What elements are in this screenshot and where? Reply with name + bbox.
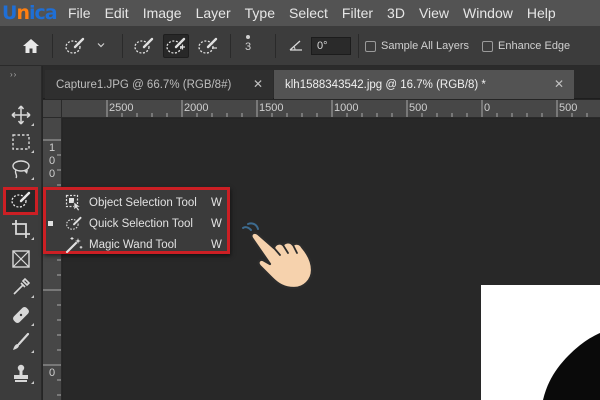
move-icon	[11, 105, 31, 125]
tab-klh1588343542[interactable]: klh1588343542.jpg @ 16.7% (RGB/8) * ✕	[274, 70, 574, 99]
menu-file[interactable]: File	[68, 0, 98, 26]
ruler-tick-label: 500	[409, 102, 428, 114]
options-bar: 3 0° Sample All Layers Enhance Edge	[0, 26, 600, 66]
frame-tool[interactable]	[6, 246, 36, 272]
vertical-ruler[interactable]: 1 0 0 5 0 0 0	[43, 118, 62, 400]
menu-filter[interactable]: Filter	[335, 0, 380, 26]
magic-wand-label: Magic Wand Tool	[89, 238, 177, 251]
tab-label: Capture1.JPG @ 66.7% (RGB/8#)	[56, 78, 232, 91]
quick-selection-label: Quick Selection Tool	[89, 217, 193, 230]
brush-icon	[13, 332, 30, 350]
marquee-tool[interactable]	[6, 129, 36, 155]
lasso-icon	[12, 160, 30, 179]
sample-all-layers-checkbox[interactable]: Sample All Layers	[365, 40, 469, 52]
brush-tool[interactable]	[6, 329, 36, 355]
selected-tool-highlight	[3, 187, 38, 215]
tab-label: klh1588343542.jpg @ 16.7% (RGB/8) *	[285, 78, 486, 91]
lasso-tool[interactable]	[6, 156, 36, 182]
menu-view[interactable]: View	[412, 0, 456, 26]
document-tab-bar: Capture1.JPG @ 66.7% (RGB/8#) ✕ klh15883…	[43, 66, 600, 99]
menu-items: File Edit Image Layer Type Select Filter…	[68, 0, 563, 26]
enhance-edge-label: Enhance Edge	[498, 40, 571, 52]
magic-wand-tool-item[interactable]: Magic Wand Tool W	[46, 234, 227, 255]
ruler-origin[interactable]	[43, 100, 62, 118]
quick-selection-icon	[66, 216, 82, 230]
checkbox-box[interactable]	[482, 40, 493, 52]
menu-layer[interactable]: Layer	[189, 0, 238, 26]
chevron-down-icon[interactable]	[96, 40, 106, 50]
angle-icon	[289, 40, 302, 51]
checkbox-box[interactable]	[365, 40, 376, 52]
crop-icon	[12, 220, 30, 238]
menu-select[interactable]: Select	[282, 0, 335, 26]
move-tool[interactable]	[6, 102, 36, 128]
shortcut-key: W	[211, 217, 222, 230]
crop-tool[interactable]	[6, 216, 36, 242]
unica-logo: Unica	[0, 0, 60, 26]
enhance-edge-checkbox[interactable]: Enhance Edge	[482, 40, 570, 52]
menu-3d[interactable]: 3D	[380, 0, 412, 26]
magic-wand-icon	[65, 237, 83, 253]
stamp-icon	[14, 364, 28, 382]
menu-bar: Unica File Edit Image Layer Type Select …	[0, 0, 600, 26]
eyedropper-tool[interactable]	[6, 274, 36, 300]
tool-preset-icon[interactable]	[62, 34, 88, 58]
subtract-from-selection-icon[interactable]	[195, 34, 221, 58]
ruler-tick-label: 0	[48, 155, 56, 167]
eyedropper-icon	[13, 277, 31, 295]
menu-window[interactable]: Window	[456, 0, 520, 26]
menu-edit[interactable]: Edit	[98, 0, 136, 26]
shortcut-key: W	[211, 238, 222, 251]
ruler-tick-label: 2500	[109, 102, 134, 114]
ruler-tick-label: 2000	[184, 102, 209, 114]
home-icon[interactable]	[18, 34, 44, 58]
menu-image[interactable]: Image	[136, 0, 189, 26]
menu-help[interactable]: Help	[520, 0, 563, 26]
sample-all-layers-label: Sample All Layers	[381, 40, 470, 52]
ruler-tick-label: 0	[48, 367, 56, 379]
horizontal-ruler[interactable]: 2500 2000 1500 1000 500 0 500	[62, 100, 600, 118]
tools-panel: ››	[0, 66, 42, 400]
bandage-icon	[13, 307, 29, 323]
ruler-tick-label: 1000	[334, 102, 359, 114]
healing-brush-tool[interactable]	[6, 302, 36, 328]
quick-selection-tool-item[interactable]: Quick Selection Tool W	[46, 213, 227, 234]
new-selection-icon[interactable]	[131, 34, 157, 58]
shortcut-key: W	[211, 196, 222, 209]
frame-icon	[12, 250, 30, 268]
ruler-tick-label: 0	[48, 168, 56, 180]
brush-dot-icon	[246, 35, 250, 39]
object-selection-label: Object Selection Tool	[89, 196, 197, 209]
logo-text: Unica	[2, 2, 58, 24]
object-selection-tool-item[interactable]: Object Selection Tool W	[46, 192, 227, 213]
rectangular-marquee-icon	[12, 134, 30, 150]
current-tool-indicator	[48, 221, 53, 226]
selection-tools-flyout: Object Selection Tool W Quick Selection …	[43, 187, 230, 254]
ruler-tick-label: 0	[484, 102, 491, 114]
ruler-tick-label: 500	[559, 102, 578, 114]
brush-size-value: 3	[244, 41, 252, 53]
ruler-tick-label: 1500	[259, 102, 284, 114]
object-selection-icon	[65, 194, 82, 211]
close-icon[interactable]: ✕	[554, 77, 564, 91]
pointing-hand-icon	[242, 222, 314, 290]
add-to-selection-icon[interactable]	[163, 34, 189, 58]
brush-size-picker[interactable]: 3	[240, 32, 256, 62]
angle-input[interactable]: 0°	[311, 37, 351, 55]
tab-capture1[interactable]: Capture1.JPG @ 66.7% (RGB/8#) ✕	[45, 70, 273, 99]
clone-stamp-tool[interactable]	[6, 360, 36, 386]
panel-collapse-icon[interactable]: ››	[10, 70, 17, 79]
close-icon[interactable]: ✕	[253, 77, 263, 91]
menu-type[interactable]: Type	[238, 0, 282, 26]
document-image-corner[interactable]	[481, 285, 600, 400]
ruler-tick-label: 1	[48, 142, 56, 154]
